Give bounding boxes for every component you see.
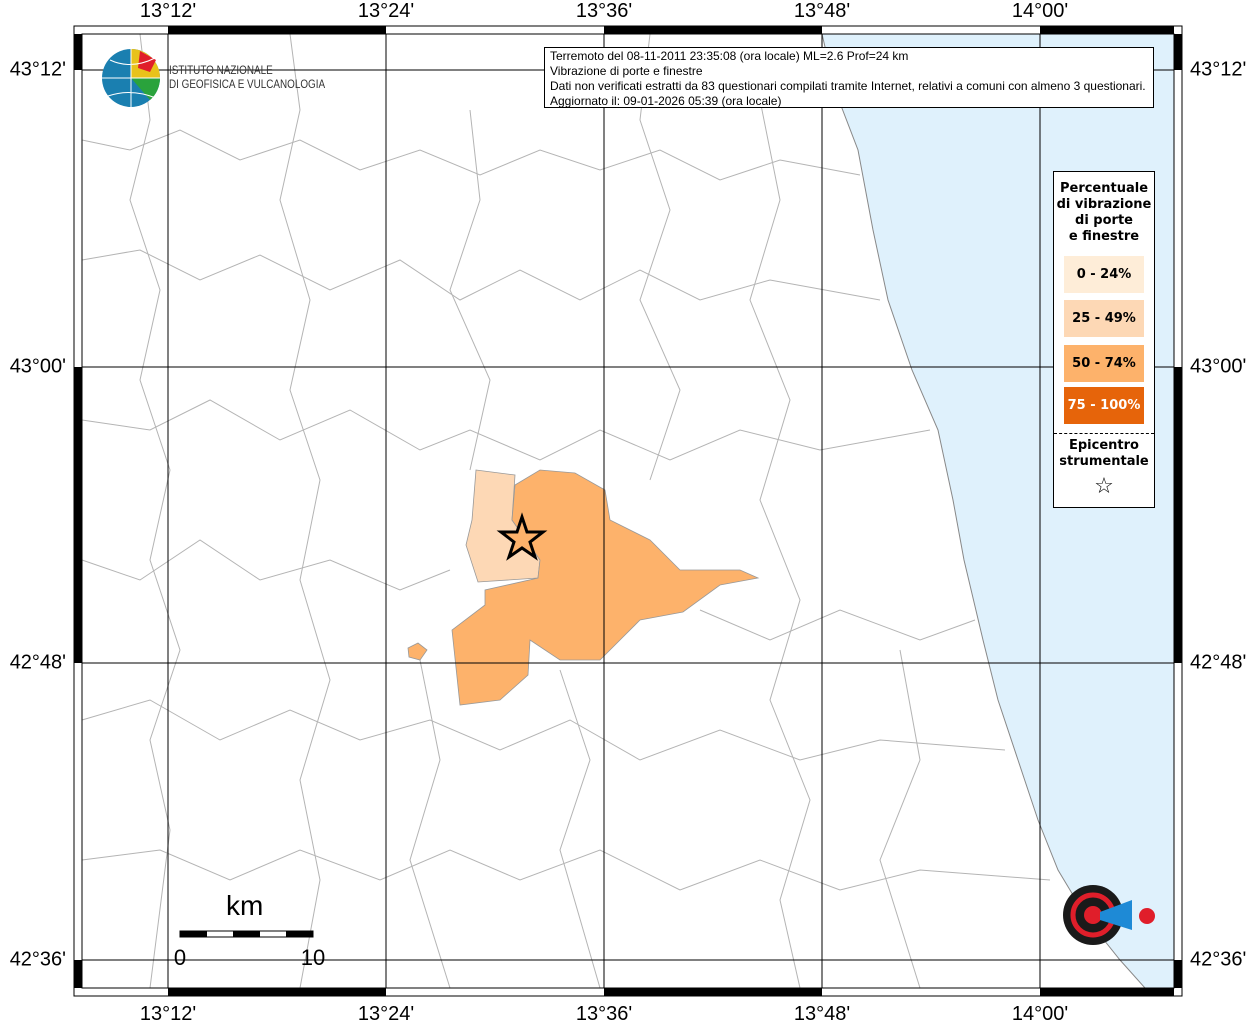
- legend-title-line: di porte: [1075, 213, 1133, 228]
- lon-label-bottom: 14°00': [1011, 1003, 1069, 1025]
- epicenter-label-line: strumentale: [1059, 454, 1149, 469]
- lon-label-top: 13°12': [139, 0, 197, 22]
- event-title: Terremoto del 08-11-2011 23:35:08 (ora l…: [550, 49, 909, 63]
- star-outline-icon: ☆: [1094, 474, 1114, 499]
- legend: Percentuale di vibrazione di porte e fin…: [1053, 171, 1155, 508]
- scale-bar: [179, 930, 314, 938]
- ingv-logo-text: ISTITUTO NAZIONALE DI GEOFISICA E VULCAN…: [169, 64, 325, 92]
- lon-label-bottom: 13°24': [357, 1003, 415, 1025]
- legend-title-line: e finestre: [1068, 229, 1140, 244]
- ingv-line2: DI GEOFISICA E VULCANOLOGIA: [169, 79, 326, 91]
- lon-label-bottom: 13°12': [139, 1003, 197, 1025]
- lat-label-left: 42°48': [9, 651, 66, 674]
- lat-label-right: 43°12': [1190, 58, 1247, 81]
- lon-label-bottom: 13°48': [793, 1003, 851, 1025]
- legend-swatch-0-24: 0 - 24%: [1064, 256, 1144, 293]
- lon-label-top: 13°24': [357, 0, 415, 22]
- lat-label-right: 42°48': [1190, 651, 1247, 674]
- legend-divider: [1054, 433, 1154, 434]
- legend-title-line: Percentuale: [1059, 181, 1149, 196]
- ingv-logo-globe: [102, 49, 161, 107]
- lat-label-left: 43°12': [9, 58, 66, 81]
- data-note: Dati non verificati estratti da 83 quest…: [550, 79, 1146, 93]
- lon-label-bottom: 13°36': [575, 1003, 633, 1025]
- lon-label-top: 13°48': [793, 0, 851, 22]
- lat-label-left: 43°00': [9, 355, 66, 378]
- scale-unit: km: [226, 890, 264, 921]
- event-info-box: Terremoto del 08-11-2011 23:35:08 (ora l…: [544, 47, 1154, 108]
- lat-label-right: 43°00': [1190, 355, 1247, 378]
- map-canvas: [73, 25, 1183, 997]
- lon-label-top: 13°36': [575, 0, 633, 22]
- legend-title: Percentuale di vibrazione di porte e fin…: [1054, 181, 1154, 245]
- scale-max: 10: [300, 945, 326, 970]
- legend-swatch-75-100: 75 - 100%: [1064, 387, 1144, 424]
- scale-min: 0: [173, 945, 187, 970]
- legend-epicenter-label: Epicentro strumentale: [1054, 438, 1154, 470]
- lat-label-left: 42°36': [9, 948, 66, 971]
- lon-label-top: 14°00': [1011, 0, 1069, 22]
- epicenter-label-line: Epicentro: [1069, 438, 1139, 453]
- legend-title-line: di vibrazione: [1056, 197, 1152, 212]
- lat-label-right: 42°36': [1190, 948, 1247, 971]
- legend-swatch-25-49: 25 - 49%: [1064, 300, 1144, 337]
- updated-time: Aggiornato il: 09-01-2026 05:39 (ora loc…: [550, 94, 782, 108]
- map-subject: Vibrazione di porte e finestre: [550, 64, 703, 78]
- legend-swatch-50-74: 50 - 74%: [1064, 345, 1144, 382]
- ingv-line1: ISTITUTO NAZIONALE: [169, 65, 273, 77]
